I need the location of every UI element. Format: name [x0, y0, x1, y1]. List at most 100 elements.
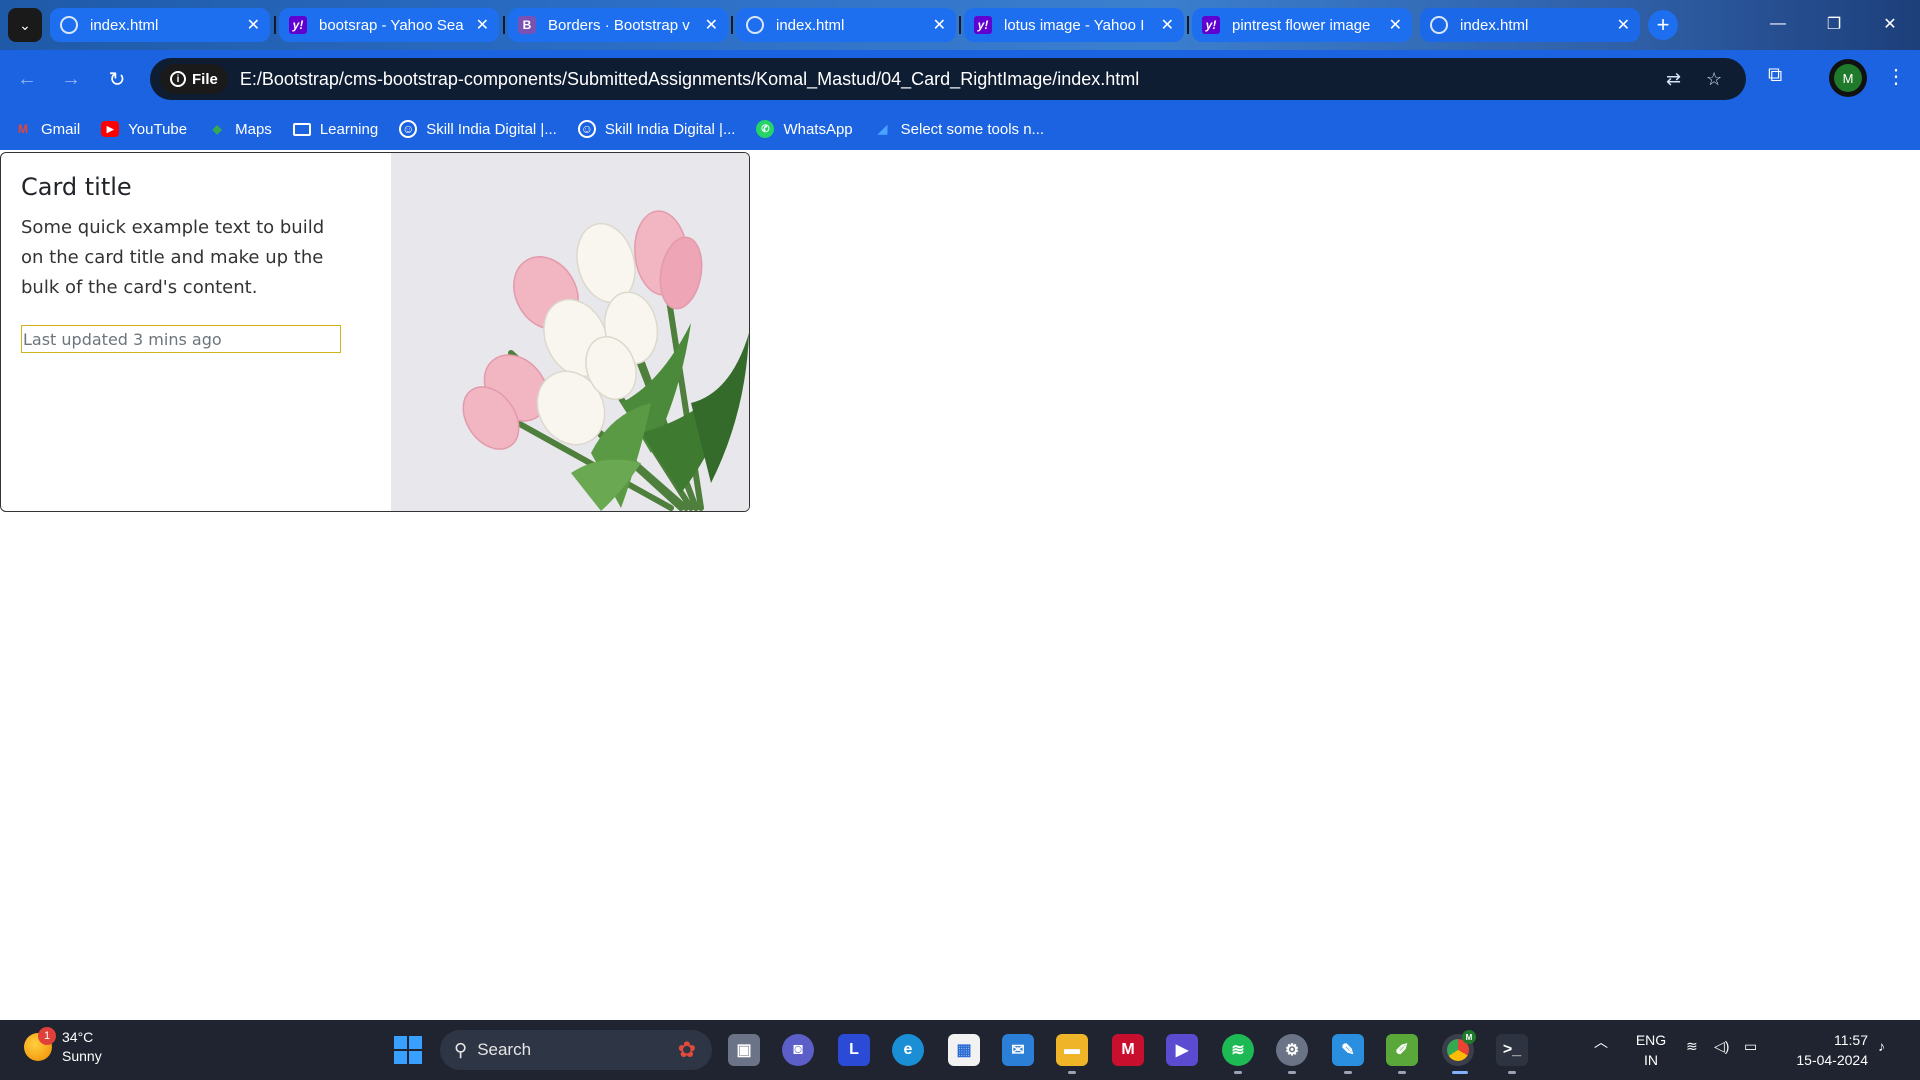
- bootstrap-icon: B: [518, 16, 536, 34]
- profile-initial: M: [1834, 64, 1862, 92]
- notepad-icon[interactable]: ✐: [1386, 1034, 1418, 1066]
- tab-strip: ⌄ index.html ✕ y! bootsrap - Yahoo Sea ✕…: [0, 0, 1920, 50]
- bookmark-label: Skill India Digital |...: [604, 120, 736, 138]
- tulips-illustration: [391, 153, 749, 511]
- weather-condition: Sunny: [62, 1048, 102, 1064]
- windows-start-icon[interactable]: [392, 1034, 424, 1066]
- url-text[interactable]: E:/Bootstrap/cms-bootstrap-components/Su…: [240, 69, 1139, 90]
- search-highlight-icon: ✿: [677, 1037, 696, 1062]
- clock[interactable]: 11:57 15-04-2024: [1786, 1030, 1868, 1070]
- close-icon[interactable]: ✕: [1161, 15, 1174, 35]
- card-last-updated: Last updated 3 mins ago: [21, 325, 341, 353]
- battery-icon[interactable]: ▭: [1744, 1038, 1757, 1055]
- bookmark-skill-india-1[interactable]: ☺ Skill India Digital |...: [399, 120, 557, 138]
- lang-line1: ENG: [1635, 1032, 1667, 1048]
- card-body: Card title Some quick example text to bu…: [21, 173, 351, 353]
- whatsapp-icon: ✆: [756, 120, 775, 138]
- store-icon[interactable]: ▦: [948, 1034, 980, 1066]
- bookmark-skill-india-2[interactable]: ☺ Skill India Digital |...: [577, 120, 736, 138]
- search-icon: ⚲: [454, 1039, 468, 1060]
- extensions-icon[interactable]: ⧉: [1768, 64, 1782, 87]
- tab-3[interactable]: B Borders · Bootstrap v ✕: [508, 8, 728, 42]
- minimize-icon[interactable]: —: [1750, 0, 1806, 48]
- teams-meet-icon[interactable]: ◙: [782, 1034, 814, 1066]
- windows-taskbar: 1 34°C Sunny ⚲ Search ✿ ▣ ◙ L e ▦ ✉ ▬ M …: [0, 1020, 1920, 1080]
- skill-india-icon: ☺: [577, 120, 596, 138]
- mcafee-icon[interactable]: M: [1112, 1034, 1144, 1066]
- tab-1[interactable]: index.html ✕: [50, 8, 270, 42]
- close-icon[interactable]: ✕: [1617, 15, 1630, 35]
- yahoo-icon: y!: [974, 16, 992, 34]
- bookmark-label: Gmail: [41, 120, 81, 138]
- clock-date: 15-04-2024: [1796, 1052, 1868, 1068]
- bookmark-folder-learning[interactable]: Learning: [292, 121, 378, 138]
- active-indicator: [1452, 1071, 1468, 1074]
- terminal-icon[interactable]: >_: [1496, 1034, 1528, 1066]
- yahoo-icon: y!: [1202, 16, 1220, 34]
- profile-avatar[interactable]: M: [1829, 59, 1867, 97]
- card-image-tulips: [391, 153, 749, 511]
- tab-5[interactable]: y! lotus image - Yahoo I ✕: [964, 8, 1184, 42]
- tab-2[interactable]: y! bootsrap - Yahoo Sea ✕: [279, 8, 499, 42]
- mail-icon[interactable]: ✉: [1002, 1034, 1034, 1066]
- edge-icon[interactable]: e: [892, 1034, 924, 1066]
- tab-separator: [1187, 16, 1189, 34]
- running-indicator: [1288, 1071, 1296, 1074]
- chevron-up-icon[interactable]: ︿: [1594, 1032, 1608, 1052]
- reload-icon[interactable]: ↻: [102, 64, 132, 94]
- translate-icon[interactable]: ⇄: [1666, 69, 1681, 90]
- running-indicator: [1398, 1071, 1406, 1074]
- site-info-chip[interactable]: i File: [160, 64, 228, 94]
- taskbar-search[interactable]: ⚲ Search ✿: [440, 1030, 712, 1070]
- bookmark-label: Maps: [235, 120, 272, 138]
- close-icon[interactable]: ✕: [933, 15, 946, 35]
- paint-icon[interactable]: ✎: [1332, 1034, 1364, 1066]
- web-page: Card title Some quick example text to bu…: [0, 150, 1920, 1020]
- youtube-icon: ▶: [101, 121, 120, 137]
- tab-label: Borders · Bootstrap v: [548, 16, 690, 34]
- language-indicator[interactable]: ENG IN: [1634, 1030, 1668, 1070]
- window-close-icon[interactable]: ✕: [1862, 0, 1918, 48]
- tab-4[interactable]: index.html ✕: [736, 8, 956, 42]
- tab-label: lotus image - Yahoo I: [1004, 16, 1145, 34]
- bookmark-whatsapp[interactable]: ✆ WhatsApp: [756, 120, 853, 138]
- bookmark-maps[interactable]: ◆ Maps: [208, 121, 272, 138]
- spotify-icon[interactable]: ≋: [1222, 1034, 1254, 1066]
- settings-gear-icon[interactable]: ⚙: [1276, 1034, 1308, 1066]
- search-label: Search: [477, 1040, 532, 1059]
- globe-icon: [60, 16, 78, 34]
- close-icon[interactable]: ✕: [705, 15, 718, 35]
- running-indicator: [1508, 1071, 1516, 1074]
- task-view-icon[interactable]: ▣: [728, 1034, 760, 1066]
- bookmark-gmail[interactable]: M Gmail: [14, 121, 80, 138]
- bookmark-star-icon[interactable]: ☆: [1706, 69, 1722, 90]
- menu-kebab-icon[interactable]: ⋮: [1886, 64, 1906, 89]
- back-arrow-icon[interactable]: ←: [12, 64, 42, 94]
- tab-7-active[interactable]: index.html ✕: [1420, 8, 1640, 42]
- weather-temp: 34°C: [62, 1029, 94, 1045]
- bookmark-tools[interactable]: ◢ Select some tools n...: [874, 121, 1044, 138]
- media-player-icon[interactable]: ▶: [1166, 1034, 1198, 1066]
- volume-icon[interactable]: ◁): [1714, 1038, 1729, 1055]
- new-tab-button[interactable]: +: [1648, 10, 1678, 40]
- tab-search-button[interactable]: ⌄: [8, 8, 42, 42]
- chrome-icon[interactable]: M: [1442, 1030, 1476, 1066]
- close-icon[interactable]: ✕: [247, 15, 260, 35]
- notification-bell-icon[interactable]: ♪: [1878, 1038, 1885, 1054]
- close-icon[interactable]: ✕: [1389, 15, 1402, 35]
- wifi-icon[interactable]: ≋: [1686, 1038, 1698, 1055]
- bookmark-youtube[interactable]: ▶ YouTube: [101, 121, 187, 138]
- clock-time: 11:57: [1834, 1032, 1868, 1048]
- address-bar[interactable]: i File E:/Bootstrap/cms-bootstrap-compon…: [150, 58, 1746, 100]
- chevron-down-icon: ⌄: [19, 16, 31, 33]
- weather-widget[interactable]: 1 34°C Sunny: [24, 1027, 102, 1066]
- bookmark-label: Select some tools n...: [900, 120, 1045, 138]
- tab-6[interactable]: y! pintrest flower image ✕: [1192, 8, 1412, 42]
- forward-arrow-icon[interactable]: →: [56, 64, 86, 94]
- close-icon[interactable]: ✕: [476, 15, 489, 35]
- restore-icon[interactable]: ❐: [1806, 0, 1862, 48]
- l-app-icon[interactable]: L: [838, 1034, 870, 1066]
- running-indicator: [1234, 1071, 1242, 1074]
- file-explorer-icon[interactable]: ▬: [1056, 1034, 1088, 1066]
- tab-label: index.html: [90, 16, 159, 34]
